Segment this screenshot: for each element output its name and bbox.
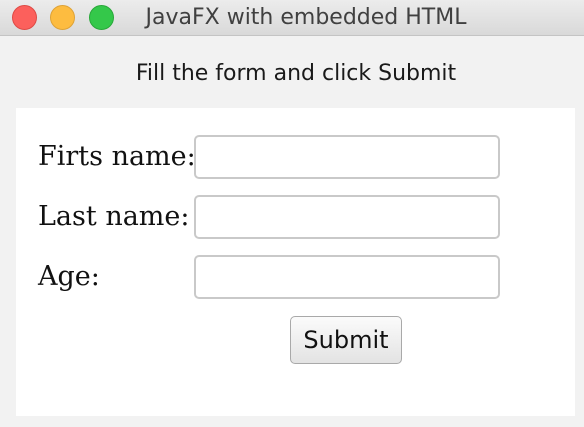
window-title: JavaFX with embedded HTML [145, 5, 467, 30]
submit-button[interactable]: Submit [290, 316, 402, 364]
first-name-label: Firts name: [38, 141, 196, 172]
form-instruction: Fill the form and click Submit [135, 61, 457, 86]
app-window: JavaFX with embedded HTML Fill the form … [0, 0, 584, 427]
first-name-field[interactable] [194, 135, 500, 179]
last-name-label: Last name: [38, 201, 190, 232]
embedded-web-view: Firts name: Last name: Age: Submit [16, 108, 575, 416]
age-field[interactable] [194, 255, 500, 299]
age-label: Age: [38, 261, 100, 292]
last-name-field[interactable] [194, 195, 500, 239]
title-bar: JavaFX with embedded HTML [0, 0, 584, 36]
